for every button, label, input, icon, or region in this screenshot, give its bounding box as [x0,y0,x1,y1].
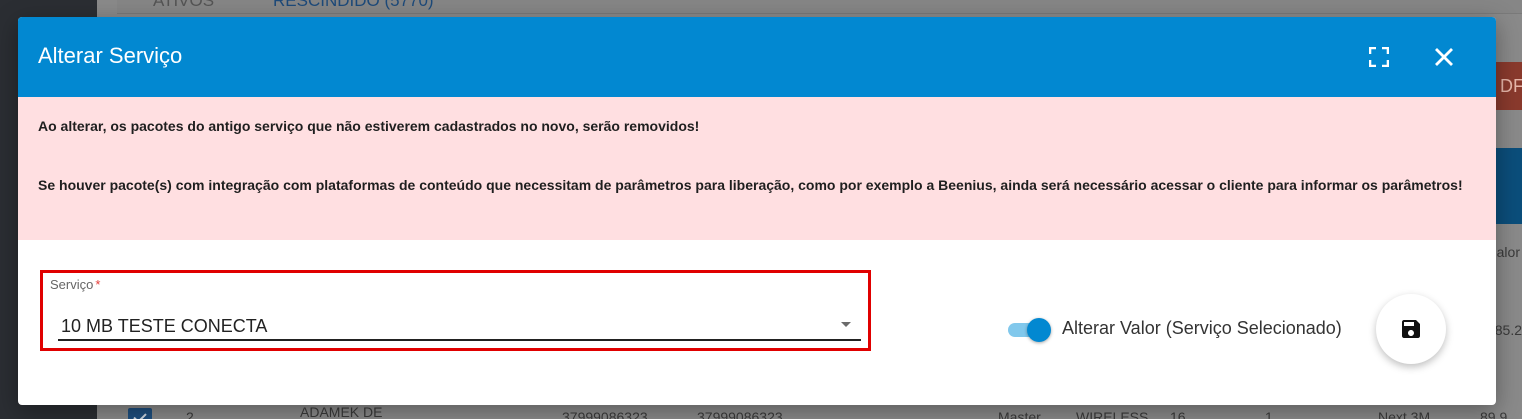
row-client-name: ADAMEK DE [300,404,383,419]
valor-cell: 85.2 [1494,322,1522,338]
fullscreen-button[interactable] [1363,41,1395,73]
dialog-header: Alterar Serviço [18,17,1496,97]
service-label-text: Serviço [50,277,94,292]
save-button[interactable] [1376,294,1446,364]
save-icon [1402,320,1420,338]
fullscreen-icon [1369,47,1389,67]
tab-rescindido[interactable]: RESCINDIDO (5770) [273,0,434,11]
row-type: Master [998,409,1041,419]
row-value: 89.9 [1480,409,1508,419]
alterar-valor-label[interactable]: Alterar Valor (Serviço Selecionado) [1062,318,1342,339]
close-button[interactable] [1428,41,1460,73]
valor-column-header: alor [1496,244,1520,260]
row-phone-2: 37999086323 [697,409,783,419]
dialog-title: Alterar Serviço [38,43,183,68]
row-phone-1: 37999086323 [562,409,648,419]
row-plan: Next 3M [1378,409,1431,419]
tab-bar: ATIVOS RESCINDIDO (5770) [117,0,1522,14]
service-select[interactable]: 10 MB TESTE CONECTA [58,308,861,341]
toggle-thumb [1027,318,1051,342]
background-panel [1496,148,1522,224]
alterar-servico-dialog: Alterar Serviço Ao alterar, os pacotes d… [18,17,1496,405]
service-select-value: 10 MB TESTE CONECTA [61,316,268,336]
row-checkbox[interactable] [128,408,152,419]
required-mark: * [95,277,101,292]
row-index: 2 [186,409,194,419]
warning-text-1: Ao alterar, os pacotes do antigo serviço… [38,118,700,134]
warning-text-2: Se houver pacote(s) com integração com p… [38,177,1463,193]
row-tech: WIRELESS [1076,409,1149,419]
service-field-label: Serviço * [50,277,100,292]
alterar-valor-toggle[interactable] [1008,315,1052,343]
tab-ativos[interactable]: ATIVOS [153,0,214,11]
pdf-button[interactable]: DF [1496,62,1522,110]
warning-banner: Ao alterar, os pacotes do antigo serviço… [18,97,1496,240]
row-num-2: 1 [1265,409,1273,419]
row-num-1: 16 [1170,409,1186,419]
close-icon [1435,48,1453,66]
dropdown-arrow-icon [841,322,851,327]
form-area: Serviço * 10 MB TESTE CONECTA Alterar Val… [18,240,1496,405]
